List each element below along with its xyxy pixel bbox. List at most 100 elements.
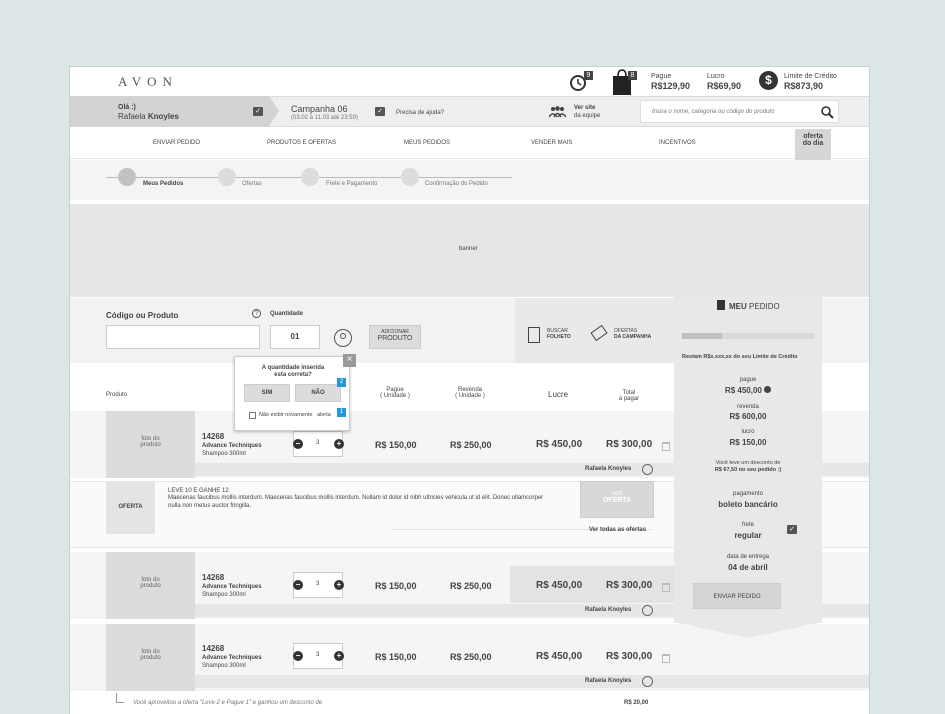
row-total: R$ 300,00 bbox=[606, 439, 653, 450]
ofertas-campanha-link[interactable]: OFERTAS DA CAMPANHA bbox=[614, 328, 651, 340]
greeting: Olá :) bbox=[118, 104, 136, 111]
product-desc: Shampoo 300ml bbox=[202, 592, 246, 598]
plus-icon[interactable]: + bbox=[334, 580, 344, 590]
user-select-icon[interactable] bbox=[334, 329, 352, 347]
codigo-input[interactable] bbox=[106, 325, 260, 349]
trash-icon[interactable] bbox=[662, 583, 670, 592]
user-dropdown-icon[interactable]: ✓ bbox=[253, 107, 263, 116]
product-photo[interactable]: foto do produto bbox=[106, 624, 195, 691]
checkout-steps bbox=[70, 160, 869, 200]
row-lucre: R$ 450,00 bbox=[536, 651, 583, 662]
folheto-icon[interactable] bbox=[528, 327, 540, 343]
row-user: Rafaela Knoyles bbox=[585, 607, 632, 613]
banner-label: banner bbox=[459, 246, 478, 252]
panel-title-meu: MEU bbox=[729, 302, 747, 311]
quantity-stepper[interactable]: − 3 + bbox=[293, 643, 344, 669]
step-dot-1[interactable] bbox=[118, 168, 136, 186]
limite-label: Limite de Crédito bbox=[784, 73, 837, 80]
popup-question-2: esta correta? bbox=[274, 372, 312, 378]
side-frete-value[interactable]: regular bbox=[674, 531, 822, 540]
ver-oferta-button[interactable]: VER OFERTA bbox=[580, 481, 654, 518]
side-pague-label: pague bbox=[739, 377, 757, 383]
quantity-value: 3 bbox=[316, 652, 320, 658]
plus-icon[interactable]: + bbox=[334, 439, 344, 449]
product-name: Advance Techniques bbox=[202, 584, 262, 590]
quantity-stepper[interactable]: − 3 + bbox=[293, 431, 344, 457]
search-box[interactable]: Insira o nome, categoria ou código do pr… bbox=[640, 100, 839, 123]
trash-icon[interactable] bbox=[662, 654, 670, 663]
avon-logo[interactable]: AVON bbox=[118, 74, 178, 90]
product-code: 14268 bbox=[202, 432, 225, 441]
nao-exibir-label: Não exibir novamente alerta bbox=[259, 412, 331, 418]
user-name: Rafaela Knoyles bbox=[118, 112, 179, 121]
oferta-title: LEVE 10 E GANHE 12 bbox=[168, 488, 229, 494]
step-dot-4[interactable] bbox=[401, 168, 419, 186]
sim-button[interactable]: SIM bbox=[244, 384, 290, 402]
enviar-pedido-button[interactable]: ENVIAR PEDIDO bbox=[693, 583, 781, 609]
buscar-line2: FOLHETO bbox=[547, 334, 571, 340]
trash-icon[interactable] bbox=[662, 442, 670, 451]
side-pagamento-value[interactable]: boleto bancário bbox=[674, 500, 822, 509]
nav-produtos-ofertas[interactable]: PRODUTOS E OFERTAS bbox=[267, 140, 336, 146]
row-pague: R$ 150,00 bbox=[375, 440, 417, 450]
discount-value: R$ 20,00 bbox=[624, 700, 649, 706]
ofertas-line2: DA CAMPANHA bbox=[614, 334, 652, 340]
adicionar-produto-button[interactable]: ADICIONAR PRODUTO bbox=[369, 325, 421, 349]
oferta-badge: OFERTA bbox=[106, 481, 155, 534]
ver-todas-link[interactable]: Ver todas as ofertas bbox=[589, 527, 646, 533]
oferta-text: Maecenas faucibus mollis interdum. Maece… bbox=[168, 495, 544, 509]
minus-icon[interactable]: − bbox=[293, 580, 303, 590]
step-dot-3[interactable] bbox=[301, 168, 319, 186]
search-icon[interactable] bbox=[821, 106, 834, 124]
nao-exibir-text: Não exibir novamente bbox=[259, 412, 313, 418]
help-icon[interactable]: ? bbox=[252, 309, 261, 318]
col-revenda: Revenda ( Unidade ) bbox=[448, 387, 492, 399]
restam-text: Restam R$x.xxx,xx do seu Limite de Crédi… bbox=[682, 354, 798, 360]
quantity-stepper[interactable]: − 3 + bbox=[293, 572, 344, 598]
plus-icon[interactable]: + bbox=[334, 651, 344, 661]
minus-icon[interactable]: − bbox=[293, 439, 303, 449]
row-total: R$ 300,00 bbox=[606, 580, 653, 591]
side-entrega-label: data de entrega bbox=[726, 554, 770, 560]
nao-button[interactable]: NÃO bbox=[295, 384, 341, 402]
product-photo[interactable]: foto do produto bbox=[106, 411, 195, 478]
minus-icon[interactable]: − bbox=[293, 651, 303, 661]
campanha-dropdown-icon[interactable]: ✓ bbox=[375, 107, 385, 116]
row-pague: R$ 150,00 bbox=[375, 652, 417, 662]
photo-l2: produto bbox=[140, 442, 161, 448]
buscar-folheto-link[interactable]: BUSCAR FOLHETO bbox=[547, 328, 571, 340]
nav-enviar-pedido[interactable]: ENVIAR PEDIDO bbox=[153, 140, 200, 146]
search-input[interactable]: Insira o nome, categoria ou código do pr… bbox=[652, 109, 774, 115]
product-photo[interactable]: foto do produto bbox=[106, 552, 195, 619]
lucro-label: Lucro bbox=[707, 73, 725, 80]
product-desc: Shampoo 300ml bbox=[202, 451, 246, 457]
row-pague: R$ 150,00 bbox=[375, 581, 417, 591]
ver-site-link[interactable]: Ver site bbox=[574, 105, 595, 111]
limite-value: R$873,90 bbox=[784, 81, 824, 91]
banner[interactable]: banner bbox=[70, 204, 869, 297]
campanha-dates: (03.02 à 11.03 até 23:59) bbox=[291, 115, 358, 121]
photo-l2: produto bbox=[140, 583, 161, 589]
step-dot-2[interactable] bbox=[218, 168, 236, 186]
pague-label: Pague bbox=[651, 73, 672, 80]
row-user: Rafaela Knoyles bbox=[585, 678, 632, 684]
team-icon bbox=[548, 105, 567, 123]
nao-exibir-checkbox[interactable] bbox=[249, 412, 256, 419]
frete-dropdown-icon[interactable]: ✓ bbox=[787, 525, 797, 534]
side-pague-value: R$ 450,00 bbox=[674, 386, 822, 395]
quantidade-input[interactable]: 01 bbox=[270, 325, 320, 349]
product-name: Advance Techniques bbox=[202, 655, 262, 661]
help-link[interactable]: Precisa de ajuda? bbox=[396, 110, 444, 116]
oferta-do-dia-tab[interactable]: oferta do dia bbox=[795, 129, 831, 167]
panel-title: MEU PEDIDO bbox=[729, 302, 780, 311]
col-pague: Pague ( Unidade ) bbox=[373, 387, 417, 399]
nav-vender-mais[interactable]: VENDER MAIS bbox=[531, 140, 572, 146]
product-code: 14268 bbox=[202, 573, 225, 582]
desconto-line2: R$ 67,50 no seu pedido :) bbox=[714, 467, 782, 473]
nav-meus-pedidos[interactable]: MEUS PEDIDOS bbox=[404, 140, 450, 146]
info-icon[interactable] bbox=[764, 386, 772, 393]
nav-incentivos[interactable]: INCENTIVOS bbox=[659, 140, 696, 146]
step-label-1: Meus Pedidos bbox=[143, 181, 184, 187]
photo-l2: produto bbox=[140, 655, 161, 661]
row-lucre: R$ 450,00 bbox=[536, 580, 583, 591]
